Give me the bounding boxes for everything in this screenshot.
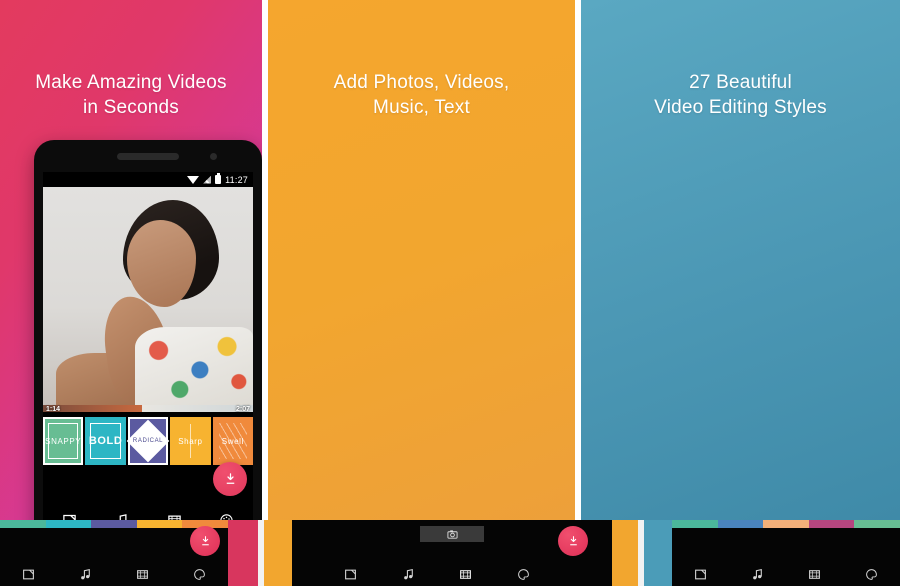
phone-mockup-1: 11:27 1:14 2:07 SNAPPY BOLD RADICAL Shar… (34, 140, 262, 520)
export-download-button[interactable] (190, 526, 220, 556)
panel-3-headline: 27 Beautiful Video Editing Styles (581, 70, 900, 120)
panel-edge-orange (264, 520, 292, 586)
screenshot-panel-1[interactable]: Make Amazing Videos in Seconds 11:27 1:1… (0, 0, 262, 520)
clips-icon[interactable] (136, 568, 149, 581)
bottom-nav-partial-2[interactable] (322, 564, 552, 584)
timeline-track[interactable] (43, 405, 253, 412)
add-media-icon[interactable] (62, 513, 77, 521)
bottom-nav-partial-3[interactable] (672, 564, 900, 584)
style-strip-edge (0, 520, 228, 528)
clips-icon[interactable] (167, 513, 182, 521)
screenshot-panel-3[interactable]: 27 Beautiful Video Editing Styles 11:27 (581, 0, 900, 520)
panel-edge-pink (228, 520, 258, 586)
style-label: Swell (221, 436, 244, 446)
bottom-nav-partial-1[interactable] (0, 564, 228, 584)
styles-icon[interactable] (865, 568, 878, 581)
headline-line-2: Music, Text (373, 97, 470, 118)
download-icon (201, 535, 209, 545)
earpiece-speaker (117, 153, 179, 160)
headline-line-1: 27 Beautiful (689, 72, 792, 93)
style-label: SNAPPY (45, 436, 82, 446)
music-icon[interactable] (751, 568, 764, 581)
download-icon (569, 535, 577, 545)
camera-capture-button[interactable] (420, 526, 484, 542)
front-camera (210, 153, 217, 160)
style-chip-radical[interactable]: RADICAL (126, 417, 170, 465)
screenshot-row-partial (0, 520, 900, 586)
battery-icon (215, 173, 222, 184)
music-icon[interactable] (79, 568, 92, 581)
style-label: Sharp (178, 436, 203, 446)
style-chip-bold[interactable]: BOLD (85, 417, 126, 465)
styles-icon[interactable] (517, 568, 530, 581)
app-store-screenshot-gallery: Make Amazing Videos in Seconds 11:27 1:1… (0, 0, 900, 586)
style-label: BOLD (88, 435, 123, 447)
panel-edge-orange (612, 520, 638, 586)
music-icon[interactable] (114, 513, 129, 521)
style-strip-edge (672, 520, 900, 528)
music-icon[interactable] (402, 568, 415, 581)
export-download-button[interactable] (558, 526, 588, 556)
preview-photo (43, 187, 253, 405)
timeline-1[interactable]: 1:14 2:07 (43, 405, 253, 417)
status-clock: 11:27 (225, 174, 248, 185)
download-icon (226, 472, 234, 484)
add-media-icon[interactable] (344, 568, 357, 581)
video-preview-1[interactable] (43, 187, 253, 405)
style-chip-snappy[interactable]: SNAPPY (43, 417, 84, 465)
timeline-start-time: 1:14 (46, 406, 61, 413)
screenshot-row: Make Amazing Videos in Seconds 11:27 1:1… (0, 0, 900, 520)
panel-1-headline: Make Amazing Videos in Seconds (0, 70, 262, 120)
style-label: RADICAL (132, 438, 164, 444)
style-chip-sharp[interactable]: Sharp (170, 417, 211, 465)
clips-icon[interactable] (459, 568, 472, 581)
export-download-button[interactable] (213, 462, 247, 496)
screenshot-panel-2[interactable]: Add Photos, Videos, Music, Text 11:27 (268, 0, 575, 520)
partial-screenshot-2[interactable] (292, 520, 612, 586)
headline-line-1: Add Photos, Videos, (333, 72, 510, 93)
style-strip-1[interactable]: SNAPPY BOLD RADICAL Sharp Swell (43, 417, 253, 465)
phone-screen-1: 11:27 1:14 2:07 SNAPPY BOLD RADICAL Shar… (43, 172, 253, 520)
styles-icon[interactable] (219, 513, 234, 521)
signal-off-icon (203, 175, 212, 184)
styles-icon[interactable] (193, 568, 206, 581)
camera-icon (446, 529, 458, 539)
style-chip-swell[interactable]: Swell (212, 417, 253, 465)
headline-line-2: Video Editing Styles (654, 97, 827, 118)
add-media-icon[interactable] (22, 568, 35, 581)
partial-screenshot-1[interactable] (0, 520, 228, 586)
bottom-nav-1[interactable] (43, 500, 253, 520)
headline-line-2: in Seconds (82, 97, 179, 118)
partial-screenshot-3[interactable] (672, 520, 900, 586)
status-bar-1: 11:27 (43, 172, 253, 187)
panel-2-headline: Add Photos, Videos, Music, Text (268, 70, 575, 120)
wifi-icon (187, 175, 200, 184)
headline-line-1: Make Amazing Videos (35, 72, 227, 93)
panel-edge-blue (644, 520, 672, 586)
add-media-icon[interactable] (694, 568, 707, 581)
timeline-end-time: 2:07 (235, 406, 250, 413)
clips-icon[interactable] (808, 568, 821, 581)
